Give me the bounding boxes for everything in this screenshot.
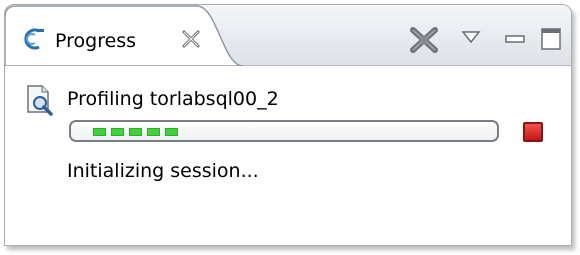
stop-icon[interactable] [523,122,543,142]
progress-segment [111,128,124,136]
job-list: Profiling torlabsql00_2 Initializing ses… [5,66,571,245]
progress-view: Progress Profiling torlabsql00_2 Initial… [4,4,572,246]
remove-all-finished-icon[interactable] [409,25,439,55]
tab-progress[interactable]: Progress [5,5,243,66]
tab-title: Progress [55,30,137,52]
close-icon[interactable] [181,29,201,49]
progress-bar [69,120,499,142]
maximize-icon[interactable] [540,27,562,51]
progress-segment [93,128,106,136]
progress-view-icon [19,27,45,51]
profiling-magnifier-icon [25,84,55,116]
view-menu-icon[interactable] [461,29,481,44]
progress-bar-fill [93,128,178,136]
job-status: Initializing session... [67,160,259,182]
minimize-icon[interactable] [505,29,525,43]
progress-segment [165,128,178,136]
progress-segment [129,128,142,136]
progress-segment [147,128,160,136]
job-title: Profiling torlabsql00_2 [67,88,279,110]
view-tab-bar: Progress [5,5,571,66]
